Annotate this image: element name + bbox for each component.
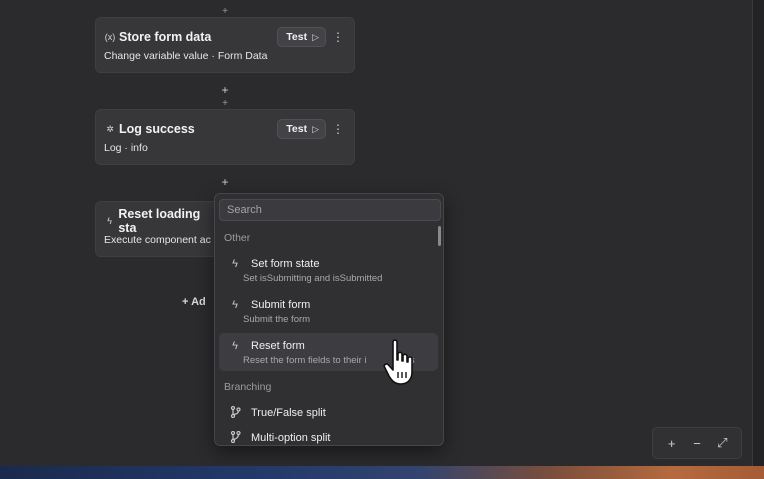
zoom-out-icon[interactable]: −: [688, 436, 706, 451]
node-title: Store form data: [119, 30, 212, 44]
bolt-icon: ϟ: [232, 340, 238, 352]
zoom-in-icon[interactable]: +: [663, 436, 681, 451]
item-label: True/False split: [251, 407, 326, 419]
add-step-plus-icon[interactable]: +: [220, 176, 230, 188]
test-label: Test: [286, 31, 308, 43]
bolt-icon: ϟ: [107, 216, 113, 226]
item-label: Set form state: [251, 258, 320, 270]
item-description: Submit the form: [243, 314, 311, 325]
item-label: Submit form: [251, 299, 311, 311]
node-subtitle: Log · info: [104, 142, 148, 154]
test-button[interactable]: Test ▷: [277, 27, 326, 47]
group-label-branching: Branching: [224, 381, 272, 393]
item-label: Multi-option split: [251, 432, 331, 444]
item-description-text: Reset the form fields to their i: [243, 355, 367, 366]
node-store-form-data[interactable]: (x) Store form data Test ▷ ⋮ Change vari…: [95, 17, 355, 73]
play-icon: ▷: [312, 31, 319, 42]
test-button[interactable]: Test ▷: [277, 119, 326, 139]
workflow-canvas[interactable]: + (x) Store form data Test ▷ ⋮ Change va…: [0, 0, 752, 466]
menu-item-multi-option-split[interactable]: Multi-option split: [219, 427, 438, 446]
item-description: Set isSubmitting and isSubmitted: [243, 273, 383, 284]
menu-item-set-form-state[interactable]: ϟ Set form state Set isSubmitting and is…: [219, 251, 438, 289]
play-icon: ▷: [312, 123, 319, 134]
multi-branch-icon: [227, 430, 243, 446]
node-subtitle: Execute component ac: [104, 234, 211, 246]
group-label-other: Other: [224, 232, 251, 244]
node-subtitle: Change variable value · Form Data: [104, 50, 268, 62]
fit-view-icon[interactable]: ⤢: [713, 435, 731, 451]
zoom-controls: + − ⤢: [652, 427, 742, 459]
bolt-icon: ϟ: [232, 299, 238, 311]
hand-pointer-cursor-icon: [383, 339, 413, 385]
dropdown-scrollbar[interactable]: [438, 226, 441, 246]
test-label: Test: [286, 123, 308, 135]
more-options-icon[interactable]: ⋮: [330, 122, 346, 136]
right-panel-edge: [752, 0, 764, 466]
bug-icon: ✲: [106, 123, 114, 134]
search-input[interactable]: [219, 199, 441, 221]
menu-item-true-false-split[interactable]: True/False split: [219, 402, 438, 424]
step-picker-dropdown: Other ϟ Set form state Set isSubmitting …: [214, 193, 444, 446]
node-title: Reset loading sta: [118, 207, 201, 235]
bolt-icon: ϟ: [232, 258, 238, 270]
node-reset-loading-state[interactable]: ϟ Reset loading sta Execute component ac: [95, 201, 225, 257]
item-label: Reset form: [251, 340, 305, 352]
add-step-plus-icon[interactable]: +: [220, 84, 230, 96]
node-title: Log success: [119, 122, 195, 136]
variable-icon: (x): [104, 32, 116, 42]
menu-item-submit-form[interactable]: ϟ Submit form Submit the form: [219, 292, 438, 330]
branch-icon: [227, 405, 243, 421]
add-step-button[interactable]: + Ad: [182, 296, 206, 308]
desktop-taskbar: [0, 466, 764, 479]
node-log-success[interactable]: ✲ Log success Test ▷ ⋮ Log · info: [95, 109, 355, 165]
more-options-icon[interactable]: ⋮: [330, 30, 346, 44]
